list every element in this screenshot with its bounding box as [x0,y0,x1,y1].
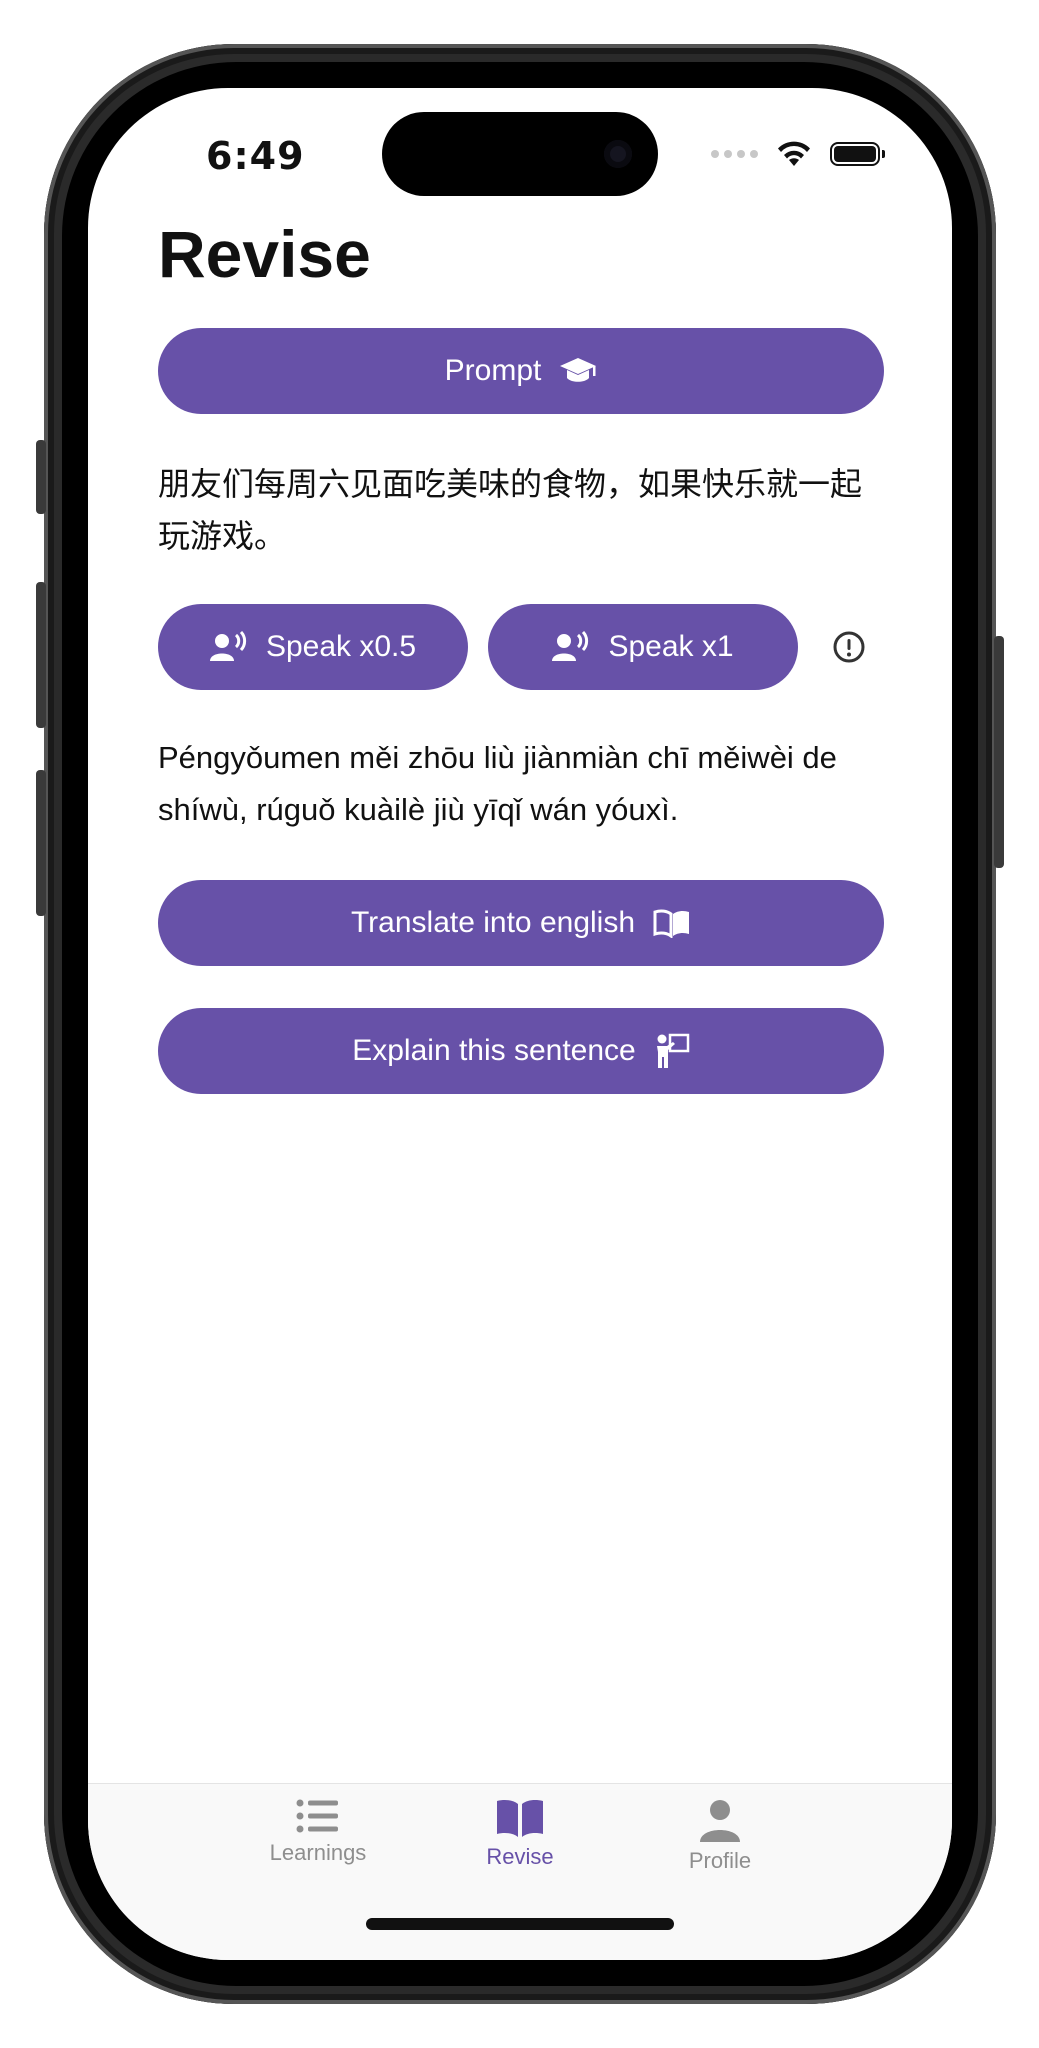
speak-slow-label: Speak x0.5 [265,630,417,663]
status-time: 6:49 [206,134,305,178]
teacher-board-icon [656,1033,689,1068]
power-button [994,636,1004,868]
volume-up-button [36,582,46,728]
user-icon [700,1800,740,1842]
chinese-sentence: 朋友们每周六见面吃美味的食物，如果快乐就一起玩游戏。 [158,465,863,555]
prompt-button-label: Prompt [444,354,542,387]
speak-normal-label: Speak x1 [608,630,734,663]
volume-down-button [36,770,46,916]
app-screen: 6:49 Revise Prompt 朋友们每周六见面吃美味的食物，如果快乐就一… [88,88,952,1960]
action-button [36,440,46,514]
page-title: Revise [158,217,371,291]
speaking-person-icon [209,631,246,661]
tab-profile-label: Profile [688,1848,752,1873]
book-open-icon [653,909,690,938]
tab-profile[interactable]: Profile [620,1798,820,1874]
front-camera [604,140,632,168]
cellular-signal-icon [711,150,758,158]
pinyin-sentence: Péngyǒumen měi zhōu liù jiànmiàn chī měi… [158,740,837,827]
speak-slow-button[interactable]: Speak x0.5 [158,604,468,690]
tab-bar: Learnings Revise Profile [88,1783,952,1960]
graduation-cap-icon [560,358,597,382]
home-indicator[interactable] [366,1918,674,1930]
dynamic-island [382,112,658,196]
tab-revise[interactable]: Revise [420,1798,620,1870]
translate-button-label: Translate into english [350,906,636,939]
list-icon [296,1799,338,1833]
tab-learnings-label: Learnings [269,1840,367,1865]
book-open-icon [497,1800,543,1837]
translate-button[interactable]: Translate into english [158,880,884,966]
prompt-button[interactable]: Prompt [158,328,884,414]
speak-normal-button[interactable]: Speak x1 [488,604,798,690]
status-icons [711,140,885,168]
tab-learnings[interactable]: Learnings [218,1798,418,1866]
tab-revise-label: Revise [486,1844,554,1869]
speaking-person-icon [552,631,589,661]
battery-icon [830,142,885,166]
wifi-icon [778,141,810,166]
alert-circle-icon[interactable] [832,630,866,664]
explain-button-label: Explain this sentence [352,1034,636,1067]
explain-button[interactable]: Explain this sentence [158,1008,884,1094]
